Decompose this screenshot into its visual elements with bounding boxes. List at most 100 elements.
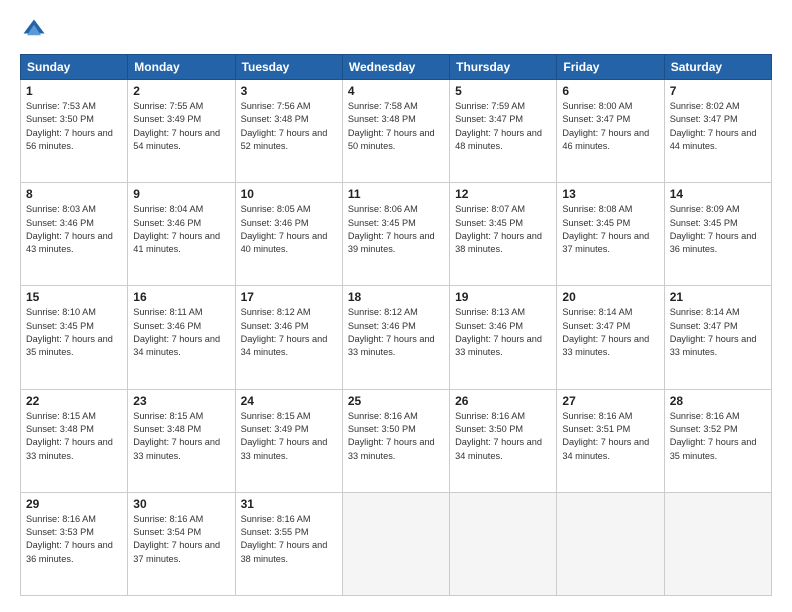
header (20, 16, 772, 44)
page: Sunday Monday Tuesday Wednesday Thursday… (0, 0, 792, 612)
daylight-label: Daylight: 7 hours and 43 minutes. (26, 231, 113, 254)
sunset-label: Sunset: 3:49 PM (241, 424, 309, 434)
table-row: 17 Sunrise: 8:12 AM Sunset: 3:46 PM Dayl… (235, 286, 342, 389)
sunset-label: Sunset: 3:50 PM (455, 424, 523, 434)
day-number: 24 (241, 394, 337, 408)
sunrise-label: Sunrise: 8:10 AM (26, 307, 96, 317)
daylight-label: Daylight: 7 hours and 34 minutes. (241, 334, 328, 357)
table-row: 26 Sunrise: 8:16 AM Sunset: 3:50 PM Dayl… (450, 389, 557, 492)
day-number: 14 (670, 187, 766, 201)
sunrise-label: Sunrise: 8:15 AM (26, 411, 96, 421)
sunrise-label: Sunrise: 8:16 AM (670, 411, 740, 421)
cell-info: Sunrise: 8:05 AM Sunset: 3:46 PM Dayligh… (241, 203, 337, 256)
calendar-week-row: 1 Sunrise: 7:53 AM Sunset: 3:50 PM Dayli… (21, 80, 772, 183)
sunset-label: Sunset: 3:46 PM (133, 321, 201, 331)
day-number: 10 (241, 187, 337, 201)
sunrise-label: Sunrise: 8:02 AM (670, 101, 740, 111)
sunset-label: Sunset: 3:45 PM (670, 218, 738, 228)
cell-info: Sunrise: 7:59 AM Sunset: 3:47 PM Dayligh… (455, 100, 551, 153)
day-number: 27 (562, 394, 658, 408)
cell-info: Sunrise: 7:55 AM Sunset: 3:49 PM Dayligh… (133, 100, 229, 153)
sunset-label: Sunset: 3:46 PM (133, 218, 201, 228)
sunset-label: Sunset: 3:47 PM (670, 321, 738, 331)
daylight-label: Daylight: 7 hours and 33 minutes. (348, 437, 435, 460)
calendar-week-row: 8 Sunrise: 8:03 AM Sunset: 3:46 PM Dayli… (21, 183, 772, 286)
cell-info: Sunrise: 8:15 AM Sunset: 3:48 PM Dayligh… (133, 410, 229, 463)
day-number: 19 (455, 290, 551, 304)
day-number: 9 (133, 187, 229, 201)
daylight-label: Daylight: 7 hours and 36 minutes. (26, 540, 113, 563)
table-row: 10 Sunrise: 8:05 AM Sunset: 3:46 PM Dayl… (235, 183, 342, 286)
table-row: 14 Sunrise: 8:09 AM Sunset: 3:45 PM Dayl… (664, 183, 771, 286)
daylight-label: Daylight: 7 hours and 50 minutes. (348, 128, 435, 151)
col-friday: Friday (557, 55, 664, 80)
cell-info: Sunrise: 7:53 AM Sunset: 3:50 PM Dayligh… (26, 100, 122, 153)
sunrise-label: Sunrise: 8:15 AM (133, 411, 203, 421)
sunset-label: Sunset: 3:54 PM (133, 527, 201, 537)
sunset-label: Sunset: 3:45 PM (455, 218, 523, 228)
cell-info: Sunrise: 8:08 AM Sunset: 3:45 PM Dayligh… (562, 203, 658, 256)
daylight-label: Daylight: 7 hours and 41 minutes. (133, 231, 220, 254)
sunset-label: Sunset: 3:45 PM (562, 218, 630, 228)
table-row: 16 Sunrise: 8:11 AM Sunset: 3:46 PM Dayl… (128, 286, 235, 389)
table-row: 13 Sunrise: 8:08 AM Sunset: 3:45 PM Dayl… (557, 183, 664, 286)
table-row: 9 Sunrise: 8:04 AM Sunset: 3:46 PM Dayli… (128, 183, 235, 286)
table-row: 18 Sunrise: 8:12 AM Sunset: 3:46 PM Dayl… (342, 286, 449, 389)
cell-info: Sunrise: 8:07 AM Sunset: 3:45 PM Dayligh… (455, 203, 551, 256)
cell-info: Sunrise: 8:16 AM Sunset: 3:50 PM Dayligh… (455, 410, 551, 463)
sunrise-label: Sunrise: 8:03 AM (26, 204, 96, 214)
cell-info: Sunrise: 8:06 AM Sunset: 3:45 PM Dayligh… (348, 203, 444, 256)
calendar-table: Sunday Monday Tuesday Wednesday Thursday… (20, 54, 772, 596)
day-number: 25 (348, 394, 444, 408)
daylight-label: Daylight: 7 hours and 33 minutes. (670, 334, 757, 357)
table-row: 31 Sunrise: 8:16 AM Sunset: 3:55 PM Dayl… (235, 492, 342, 595)
sunset-label: Sunset: 3:55 PM (241, 527, 309, 537)
cell-info: Sunrise: 8:10 AM Sunset: 3:45 PM Dayligh… (26, 306, 122, 359)
sunset-label: Sunset: 3:50 PM (26, 114, 94, 124)
table-row: 8 Sunrise: 8:03 AM Sunset: 3:46 PM Dayli… (21, 183, 128, 286)
cell-info: Sunrise: 8:13 AM Sunset: 3:46 PM Dayligh… (455, 306, 551, 359)
daylight-label: Daylight: 7 hours and 34 minutes. (562, 437, 649, 460)
table-row: 28 Sunrise: 8:16 AM Sunset: 3:52 PM Dayl… (664, 389, 771, 492)
cell-info: Sunrise: 8:16 AM Sunset: 3:52 PM Dayligh… (670, 410, 766, 463)
cell-info: Sunrise: 8:03 AM Sunset: 3:46 PM Dayligh… (26, 203, 122, 256)
daylight-label: Daylight: 7 hours and 38 minutes. (455, 231, 542, 254)
day-number: 13 (562, 187, 658, 201)
day-number: 23 (133, 394, 229, 408)
table-row (557, 492, 664, 595)
sunrise-label: Sunrise: 8:11 AM (133, 307, 202, 317)
sunrise-label: Sunrise: 8:06 AM (348, 204, 418, 214)
day-number: 6 (562, 84, 658, 98)
day-number: 7 (670, 84, 766, 98)
day-number: 1 (26, 84, 122, 98)
table-row: 23 Sunrise: 8:15 AM Sunset: 3:48 PM Dayl… (128, 389, 235, 492)
calendar-header-row: Sunday Monday Tuesday Wednesday Thursday… (21, 55, 772, 80)
sunrise-label: Sunrise: 7:55 AM (133, 101, 203, 111)
table-row: 27 Sunrise: 8:16 AM Sunset: 3:51 PM Dayl… (557, 389, 664, 492)
table-row: 12 Sunrise: 8:07 AM Sunset: 3:45 PM Dayl… (450, 183, 557, 286)
table-row: 24 Sunrise: 8:15 AM Sunset: 3:49 PM Dayl… (235, 389, 342, 492)
cell-info: Sunrise: 8:09 AM Sunset: 3:45 PM Dayligh… (670, 203, 766, 256)
cell-info: Sunrise: 8:16 AM Sunset: 3:51 PM Dayligh… (562, 410, 658, 463)
daylight-label: Daylight: 7 hours and 33 minutes. (26, 437, 113, 460)
col-saturday: Saturday (664, 55, 771, 80)
col-sunday: Sunday (21, 55, 128, 80)
sunset-label: Sunset: 3:47 PM (455, 114, 523, 124)
cell-info: Sunrise: 8:04 AM Sunset: 3:46 PM Dayligh… (133, 203, 229, 256)
daylight-label: Daylight: 7 hours and 33 minutes. (241, 437, 328, 460)
daylight-label: Daylight: 7 hours and 40 minutes. (241, 231, 328, 254)
cell-info: Sunrise: 8:02 AM Sunset: 3:47 PM Dayligh… (670, 100, 766, 153)
sunrise-label: Sunrise: 8:05 AM (241, 204, 311, 214)
day-number: 29 (26, 497, 122, 511)
table-row (664, 492, 771, 595)
sunset-label: Sunset: 3:48 PM (133, 424, 201, 434)
sunset-label: Sunset: 3:49 PM (133, 114, 201, 124)
sunrise-label: Sunrise: 7:56 AM (241, 101, 311, 111)
table-row: 25 Sunrise: 8:16 AM Sunset: 3:50 PM Dayl… (342, 389, 449, 492)
sunrise-label: Sunrise: 8:16 AM (455, 411, 525, 421)
daylight-label: Daylight: 7 hours and 39 minutes. (348, 231, 435, 254)
cell-info: Sunrise: 8:12 AM Sunset: 3:46 PM Dayligh… (241, 306, 337, 359)
day-number: 17 (241, 290, 337, 304)
day-number: 20 (562, 290, 658, 304)
table-row: 7 Sunrise: 8:02 AM Sunset: 3:47 PM Dayli… (664, 80, 771, 183)
